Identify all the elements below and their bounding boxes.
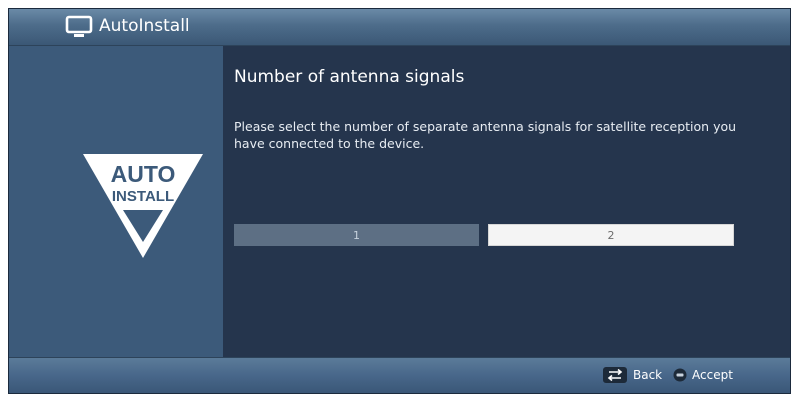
logo-text-install: INSTALL <box>112 188 174 205</box>
footer-bar: Back Accept <box>9 357 790 393</box>
option-2-label: 2 <box>607 228 615 242</box>
back-arrows-icon <box>603 367 627 383</box>
description-text: Please select the number of separate ant… <box>234 119 737 151</box>
main-panel: Number of antenna signals Please select … <box>223 46 790 359</box>
option-2[interactable]: 2 <box>488 224 734 246</box>
page-title: Number of antenna signals <box>234 67 465 87</box>
logo-text-auto: AUTO <box>111 161 176 187</box>
option-1-label: 1 <box>353 228 360 242</box>
sidebar-panel: AUTO INSTALL <box>9 46 223 359</box>
back-label[interactable]: Back <box>633 368 662 383</box>
header-title: AutoInstall <box>99 16 190 36</box>
auto-install-logo: AUTO INSTALL <box>83 154 203 258</box>
option-1[interactable]: 1 <box>234 224 479 246</box>
tv-icon <box>65 15 93 37</box>
header-bar: AutoInstall <box>9 9 790 46</box>
accept-label[interactable]: Accept <box>692 368 733 383</box>
tv-screen: AutoInstall AUTO INSTALL Number of anten… <box>8 8 791 394</box>
ok-icon <box>673 368 687 382</box>
